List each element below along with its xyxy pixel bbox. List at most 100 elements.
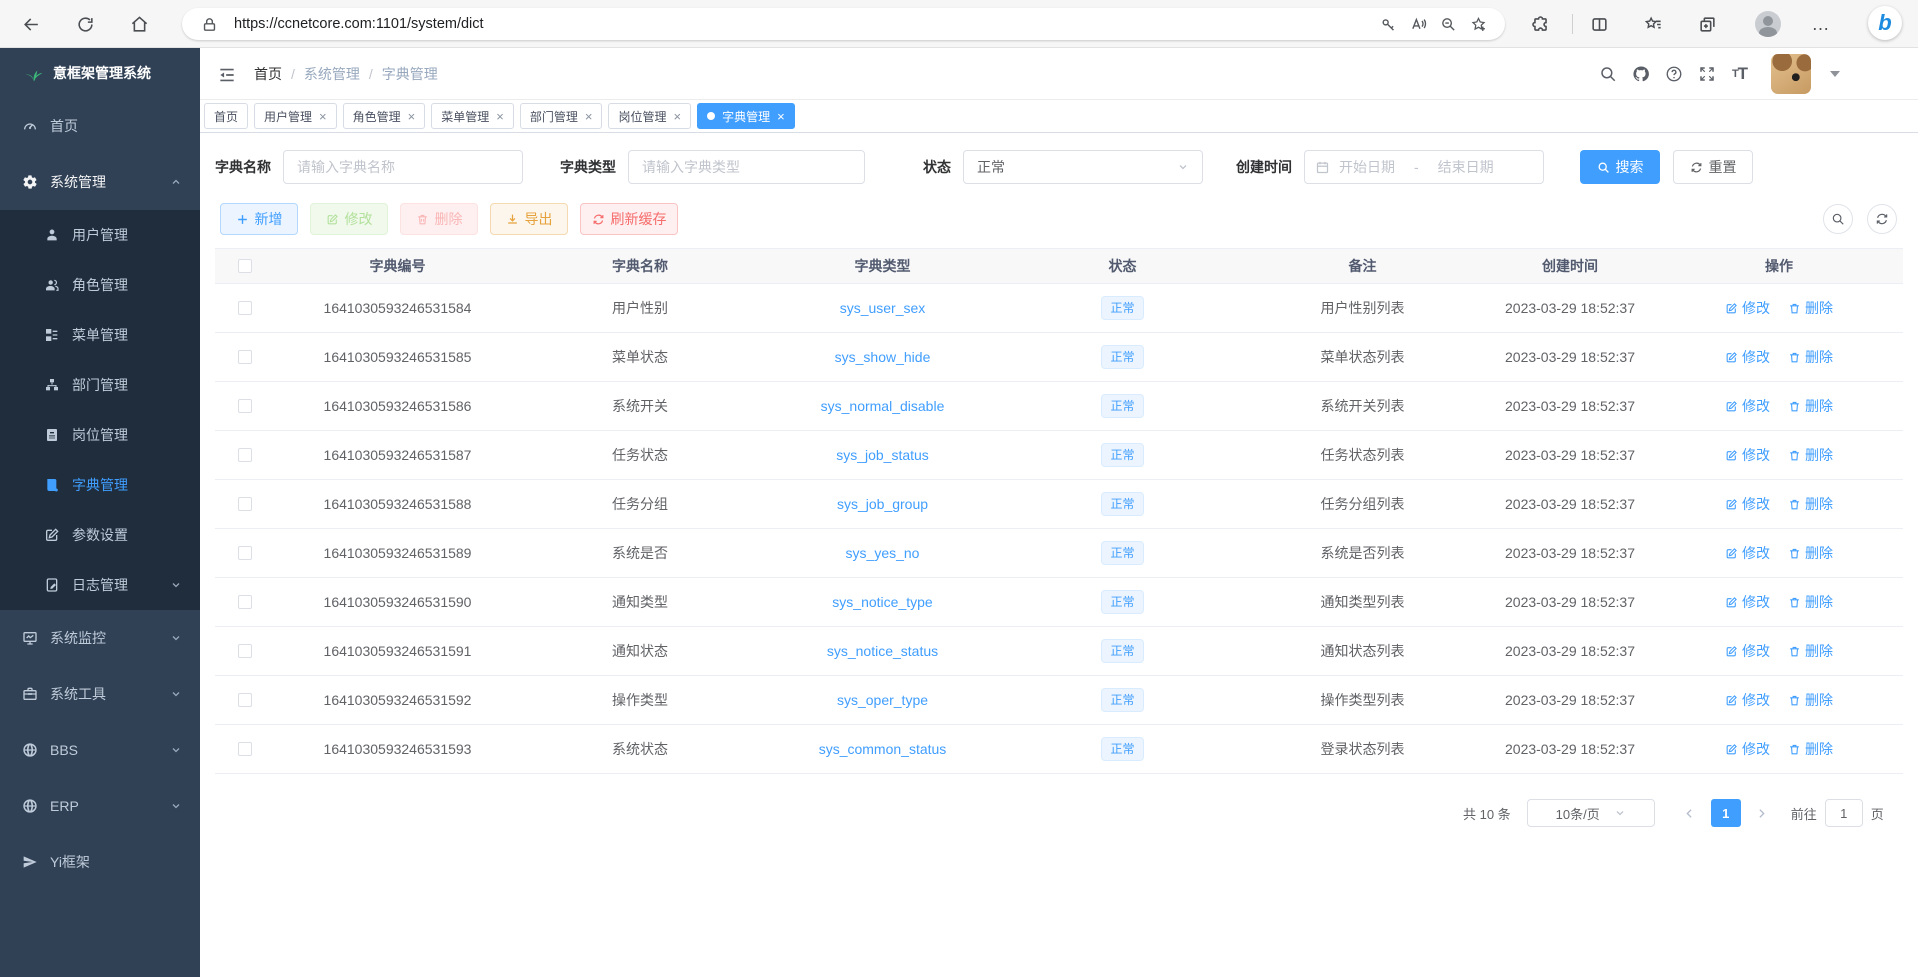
tab-close-icon[interactable]: ×	[777, 110, 785, 123]
next-page-button[interactable]	[1747, 799, 1777, 827]
tab-close-icon[interactable]: ×	[496, 110, 504, 123]
dict-type-link[interactable]: sys_notice_type	[832, 594, 932, 610]
row-checkbox[interactable]	[238, 742, 252, 756]
row-edit-link[interactable]: 修改	[1725, 347, 1770, 367]
row-checkbox[interactable]	[238, 644, 252, 658]
url-text[interactable]: https://ccnetcore.com:1101/system/dict	[234, 16, 1373, 32]
tab-post-mgmt[interactable]: 岗位管理 ×	[608, 103, 691, 129]
tab-home[interactable]: 首页	[204, 103, 248, 129]
row-checkbox[interactable]	[238, 448, 252, 462]
github-icon[interactable]	[1631, 64, 1651, 84]
help-icon[interactable]	[1664, 64, 1684, 84]
collections-icon[interactable]	[1690, 7, 1724, 41]
browser-refresh-button[interactable]	[68, 7, 102, 41]
row-delete-link[interactable]: 删除	[1788, 543, 1833, 563]
browser-back-button[interactable]	[14, 7, 48, 41]
dict-type-link[interactable]: sys_oper_type	[837, 692, 928, 708]
fullscreen-icon[interactable]	[1697, 64, 1717, 84]
dict-type-link[interactable]: sys_notice_status	[827, 643, 938, 659]
page-size-select[interactable]: 10条/页	[1527, 799, 1655, 827]
tab-close-icon[interactable]: ×	[319, 110, 327, 123]
breadcrumb-home[interactable]: 首页	[254, 64, 282, 84]
row-delete-link[interactable]: 删除	[1788, 592, 1833, 612]
tab-dept-mgmt[interactable]: 部门管理 ×	[520, 103, 603, 129]
bing-chat-icon[interactable]: b	[1868, 6, 1902, 40]
dict-type-link[interactable]: sys_user_sex	[840, 300, 926, 316]
browser-menu-icon[interactable]: …	[1804, 7, 1838, 41]
row-delete-link[interactable]: 删除	[1788, 396, 1833, 416]
date-range-picker[interactable]: 开始日期 - 结束日期	[1304, 150, 1544, 184]
reset-button[interactable]: 重置	[1673, 150, 1753, 184]
sidebar-item-users[interactable]: 用户管理	[0, 210, 200, 260]
sidebar-item-logs[interactable]: 日志管理	[0, 560, 200, 610]
row-edit-link[interactable]: 修改	[1725, 298, 1770, 318]
sidebar-item-roles[interactable]: 角色管理	[0, 260, 200, 310]
read-aloud-icon[interactable]	[1403, 9, 1433, 39]
zoom-out-icon[interactable]	[1433, 9, 1463, 39]
sidebar-item-system[interactable]: 系统管理	[0, 154, 200, 210]
sidebar-item-home[interactable]: 首页	[0, 98, 200, 154]
tab-close-icon[interactable]: ×	[673, 110, 681, 123]
tab-user-mgmt[interactable]: 用户管理 ×	[254, 103, 337, 129]
row-delete-link[interactable]: 删除	[1788, 445, 1833, 465]
sidebar-item-yi-framework[interactable]: Yi框架	[0, 834, 200, 890]
sidebar-item-monitor[interactable]: 系统监控	[0, 610, 200, 666]
row-edit-link[interactable]: 修改	[1725, 690, 1770, 710]
add-favorite-icon[interactable]	[1463, 9, 1493, 39]
dict-type-link[interactable]: sys_common_status	[819, 741, 947, 757]
delete-button[interactable]: 删除	[400, 203, 478, 235]
browser-profile-avatar[interactable]	[1755, 11, 1781, 37]
add-button[interactable]: 新增	[220, 203, 298, 235]
prev-page-button[interactable]	[1675, 799, 1705, 827]
avatar-caret-icon[interactable]	[1830, 71, 1840, 77]
sidebar-fold-icon[interactable]	[214, 62, 240, 88]
sidebar-item-menus[interactable]: 菜单管理	[0, 310, 200, 360]
header-search-icon[interactable]	[1598, 64, 1618, 84]
row-edit-link[interactable]: 修改	[1725, 396, 1770, 416]
dict-type-link[interactable]: sys_job_group	[837, 496, 928, 512]
row-edit-link[interactable]: 修改	[1725, 641, 1770, 661]
toggle-search-button[interactable]	[1823, 204, 1853, 234]
row-checkbox[interactable]	[238, 546, 252, 560]
split-screen-icon[interactable]	[1582, 7, 1616, 41]
row-delete-link[interactable]: 删除	[1788, 690, 1833, 710]
dict-type-link[interactable]: sys_normal_disable	[821, 398, 945, 414]
row-edit-link[interactable]: 修改	[1725, 592, 1770, 612]
sidebar-item-parameters[interactable]: 参数设置	[0, 510, 200, 560]
sidebar-item-tools[interactable]: 系统工具	[0, 666, 200, 722]
search-button[interactable]: 搜索	[1580, 150, 1660, 184]
row-delete-link[interactable]: 删除	[1788, 641, 1833, 661]
row-delete-link[interactable]: 删除	[1788, 494, 1833, 514]
row-delete-link[interactable]: 删除	[1788, 298, 1833, 318]
row-checkbox[interactable]	[238, 693, 252, 707]
tab-close-icon[interactable]: ×	[408, 110, 416, 123]
tab-dict-mgmt[interactable]: 字典管理 ×	[697, 103, 795, 129]
row-edit-link[interactable]: 修改	[1725, 543, 1770, 563]
sidebar-item-erp[interactable]: ERP	[0, 778, 200, 834]
font-size-icon[interactable]: TT	[1730, 64, 1750, 84]
tab-role-mgmt[interactable]: 角色管理 ×	[343, 103, 426, 129]
user-avatar[interactable]	[1771, 54, 1811, 94]
dict-type-input[interactable]	[628, 150, 865, 184]
row-checkbox[interactable]	[238, 301, 252, 315]
select-all-checkbox[interactable]	[238, 259, 252, 273]
address-bar[interactable]: https://ccnetcore.com:1101/system/dict	[182, 8, 1505, 40]
refresh-table-button[interactable]	[1867, 204, 1897, 234]
extensions-icon[interactable]	[1523, 7, 1557, 41]
tab-close-icon[interactable]: ×	[585, 110, 593, 123]
current-page[interactable]: 1	[1711, 799, 1741, 827]
browser-home-button[interactable]	[122, 7, 156, 41]
row-edit-link[interactable]: 修改	[1725, 445, 1770, 465]
row-edit-link[interactable]: 修改	[1725, 494, 1770, 514]
row-checkbox[interactable]	[238, 350, 252, 364]
row-delete-link[interactable]: 删除	[1788, 739, 1833, 759]
sidebar-item-bbs[interactable]: BBS	[0, 722, 200, 778]
export-button[interactable]: 导出	[490, 203, 568, 235]
row-checkbox[interactable]	[238, 399, 252, 413]
goto-page-input[interactable]	[1825, 799, 1863, 827]
row-edit-link[interactable]: 修改	[1725, 739, 1770, 759]
dict-type-link[interactable]: sys_job_status	[836, 447, 929, 463]
edit-button[interactable]: 修改	[310, 203, 388, 235]
sidebar-item-dictionary[interactable]: 字典管理	[0, 460, 200, 510]
row-delete-link[interactable]: 删除	[1788, 347, 1833, 367]
